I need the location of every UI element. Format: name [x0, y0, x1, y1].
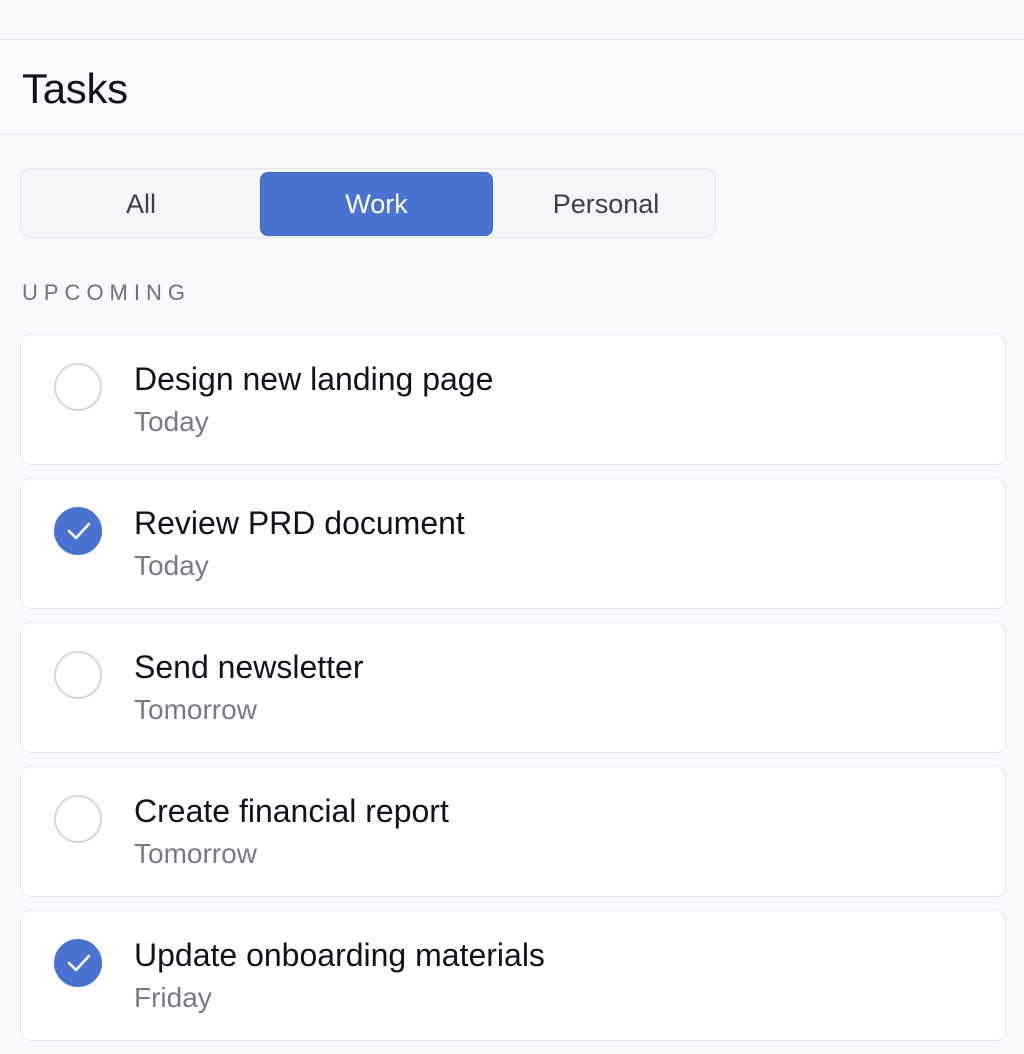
task-due-date: Tomorrow: [134, 694, 257, 725]
task-list: Design new landing page Today Review PRD…: [20, 334, 1006, 1054]
header: Tasks: [0, 40, 1024, 135]
checkmark-icon: [67, 522, 91, 540]
task-title: Design new landing page: [134, 361, 494, 397]
filter-tab-personal[interactable]: Personal: [497, 172, 715, 236]
task-checkbox[interactable]: [54, 651, 102, 699]
task-item[interactable]: Create financial report Tomorrow: [20, 766, 1006, 897]
checkmark-icon: [67, 954, 91, 972]
page-title: Tasks: [22, 65, 128, 112]
task-due-date: Tomorrow: [134, 838, 257, 869]
filter-tab-all[interactable]: All: [23, 172, 259, 236]
task-due-date: Today: [134, 550, 209, 581]
top-bar: [0, 0, 1024, 40]
task-title: Send newsletter: [134, 649, 364, 685]
task-checkbox[interactable]: [54, 939, 102, 987]
task-item[interactable]: Send newsletter Tomorrow: [20, 622, 1006, 753]
task-due-date: Today: [134, 406, 209, 437]
filter-tab-work[interactable]: Work: [260, 172, 493, 236]
task-title: Update onboarding materials: [134, 937, 545, 973]
filter-segmented-control: All Work Personal: [20, 168, 716, 238]
task-checkbox[interactable]: [54, 507, 102, 555]
task-item[interactable]: Update onboarding materials Friday: [20, 910, 1006, 1041]
task-due-date: Friday: [134, 982, 212, 1013]
task-title: Review PRD document: [134, 505, 465, 541]
task-item[interactable]: Review PRD document Today: [20, 478, 1006, 609]
section-label-upcoming: UPCOMING: [22, 280, 191, 305]
task-checkbox[interactable]: [54, 795, 102, 843]
task-checkbox[interactable]: [54, 363, 102, 411]
task-item[interactable]: Design new landing page Today: [20, 334, 1006, 465]
task-title: Create financial report: [134, 793, 449, 829]
